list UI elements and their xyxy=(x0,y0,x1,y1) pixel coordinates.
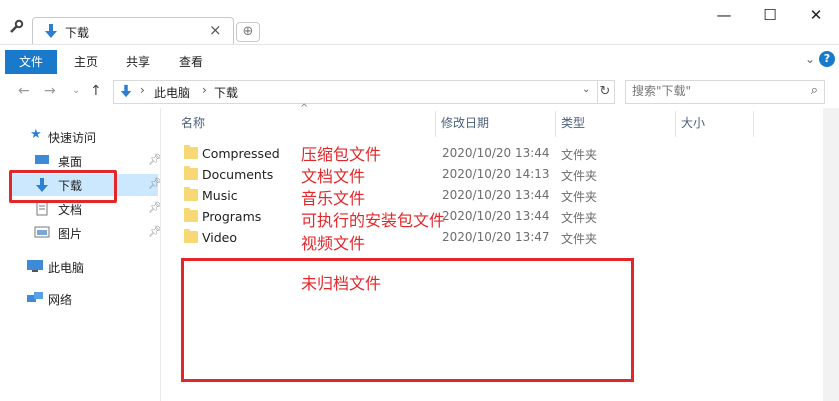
column-header-row: 名称 修改日期 类型 大小 xyxy=(173,111,773,137)
tab-label: 下载 xyxy=(65,26,90,40)
file-name: Programs xyxy=(202,209,262,224)
nav-quick-access[interactable]: ★ 快速访问 xyxy=(10,126,158,148)
pane-divider[interactable] xyxy=(160,108,161,401)
desktop-icon xyxy=(34,153,50,167)
file-date: 2020/10/20 13:44 xyxy=(442,146,550,160)
nav-label: 此电脑 xyxy=(48,261,85,275)
file-name: Music xyxy=(202,188,238,203)
close-tab-icon[interactable]: × xyxy=(209,21,222,39)
address-dropdown-icon[interactable]: ⌄ xyxy=(582,84,590,95)
folder-icon xyxy=(184,145,198,159)
file-date: 2020/10/20 14:13 xyxy=(442,167,550,181)
navigation-row: ← → ⌄ ↑ › 此电脑 › 下载 ⌄ ↻ ⌕ xyxy=(0,75,839,107)
file-name: Compressed xyxy=(202,146,280,161)
minimize-button[interactable]: — xyxy=(701,4,747,28)
new-tab-button[interactable]: ⊕ xyxy=(236,22,260,42)
annotation-label: 可执行的安装包文件 xyxy=(301,211,446,230)
search-box[interactable]: ⌕ xyxy=(625,80,825,104)
ribbon-bar: 文件 主页 共享 查看 ⌄ ? xyxy=(0,44,839,76)
folder-icon xyxy=(184,208,198,222)
nav-label: 网络 xyxy=(48,293,73,307)
file-date: 2020/10/20 13:47 xyxy=(442,230,550,244)
folder-icon xyxy=(184,229,198,243)
title-bar: 下载 × ⊕ — ☐ ✕ xyxy=(0,0,839,45)
highlight-box xyxy=(9,170,117,203)
network-icon xyxy=(26,291,43,305)
search-icon[interactable]: ⌕ xyxy=(811,83,818,98)
breadcrumb-separator-icon[interactable]: › xyxy=(202,83,207,97)
recent-locations-chevron-icon[interactable]: ⌄ xyxy=(72,85,80,96)
up-arrow-icon[interactable]: ↑ xyxy=(90,83,102,99)
annotation-label: 文档文件 xyxy=(301,167,366,186)
navigation-pane: ★ 快速访问 桌面 📌︎ 下载 📌︎ 文档 📌︎ 图片 📌︎ 此电脑 网络 xyxy=(0,108,162,401)
file-type: 文件夹 xyxy=(561,148,598,162)
breadcrumb-separator-icon[interactable]: › xyxy=(140,83,145,97)
download-arrow-icon xyxy=(119,84,133,101)
nav-label: 图片 xyxy=(58,227,83,241)
nav-item-desktop[interactable]: 桌面 📌︎ xyxy=(10,150,162,172)
picture-icon xyxy=(34,225,50,239)
ribbon-tab-home[interactable]: 主页 xyxy=(74,50,98,74)
nav-label: 桌面 xyxy=(58,155,83,169)
highlight-box xyxy=(181,258,634,382)
nav-this-pc[interactable]: 此电脑 xyxy=(10,256,158,278)
file-type: 文件夹 xyxy=(561,169,598,183)
annotation-label: 压缩包文件 xyxy=(301,145,382,164)
file-type: 文件夹 xyxy=(561,232,598,246)
folder-icon xyxy=(184,166,198,180)
ribbon-tab-share[interactable]: 共享 xyxy=(126,50,150,74)
file-row[interactable]: Compressed 2020/10/20 13:44 文件夹 xyxy=(180,144,700,164)
file-name: Video xyxy=(202,230,238,245)
forward-arrow-icon[interactable]: → xyxy=(44,83,56,99)
document-icon xyxy=(34,201,50,216)
download-arrow-icon xyxy=(43,23,59,42)
column-header-type[interactable]: 类型 xyxy=(561,111,585,135)
wrench-icon[interactable] xyxy=(8,19,24,35)
column-header-name[interactable]: 名称 xyxy=(181,111,205,135)
refresh-icon[interactable]: ↻ xyxy=(596,80,615,104)
column-divider[interactable] xyxy=(675,111,676,137)
file-type: 文件夹 xyxy=(561,190,598,204)
ribbon-tab-file[interactable]: 文件 xyxy=(5,50,57,74)
file-date: 2020/10/20 13:44 xyxy=(442,209,550,223)
file-row[interactable]: Documents 2020/10/20 14:13 文件夹 xyxy=(180,165,700,185)
chevron-down-icon[interactable]: ⌄ xyxy=(805,52,815,66)
search-input[interactable] xyxy=(632,83,802,99)
breadcrumb-this-pc[interactable]: 此电脑 xyxy=(154,84,190,101)
column-header-date[interactable]: 修改日期 xyxy=(441,111,489,135)
close-window-button[interactable]: ✕ xyxy=(793,4,839,28)
column-divider[interactable] xyxy=(753,111,754,137)
tab-downloads[interactable]: 下载 × xyxy=(32,17,234,45)
star-icon: ★ xyxy=(30,127,42,142)
column-divider[interactable] xyxy=(435,111,436,137)
file-type: 文件夹 xyxy=(561,211,598,225)
maximize-button[interactable]: ☐ xyxy=(747,4,793,28)
file-row[interactable]: Music 2020/10/20 13:44 文件夹 xyxy=(180,186,700,206)
help-icon[interactable]: ? xyxy=(819,51,835,67)
annotation-label: 音乐文件 xyxy=(301,189,366,208)
ribbon-tab-view[interactable]: 查看 xyxy=(179,50,203,74)
annotation-label: 视频文件 xyxy=(301,234,366,253)
file-name: Documents xyxy=(202,167,274,182)
nav-item-pictures[interactable]: 图片 📌︎ xyxy=(10,222,162,244)
column-header-size[interactable]: 大小 xyxy=(681,111,705,135)
file-date: 2020/10/20 13:44 xyxy=(442,188,550,202)
computer-icon xyxy=(26,259,43,273)
back-arrow-icon[interactable]: ← xyxy=(18,83,30,99)
address-bar[interactable]: › 此电脑 › 下载 ⌄ xyxy=(113,80,598,104)
nav-label: 文档 xyxy=(58,203,83,217)
file-row[interactable]: Video 2020/10/20 13:47 文件夹 xyxy=(180,228,700,248)
scrollbar[interactable] xyxy=(823,108,839,401)
nav-label: 快速访问 xyxy=(48,131,97,145)
column-divider[interactable] xyxy=(555,111,556,137)
breadcrumb-downloads[interactable]: 下载 xyxy=(214,84,238,101)
nav-network[interactable]: 网络 xyxy=(10,288,158,310)
folder-icon xyxy=(184,187,198,201)
